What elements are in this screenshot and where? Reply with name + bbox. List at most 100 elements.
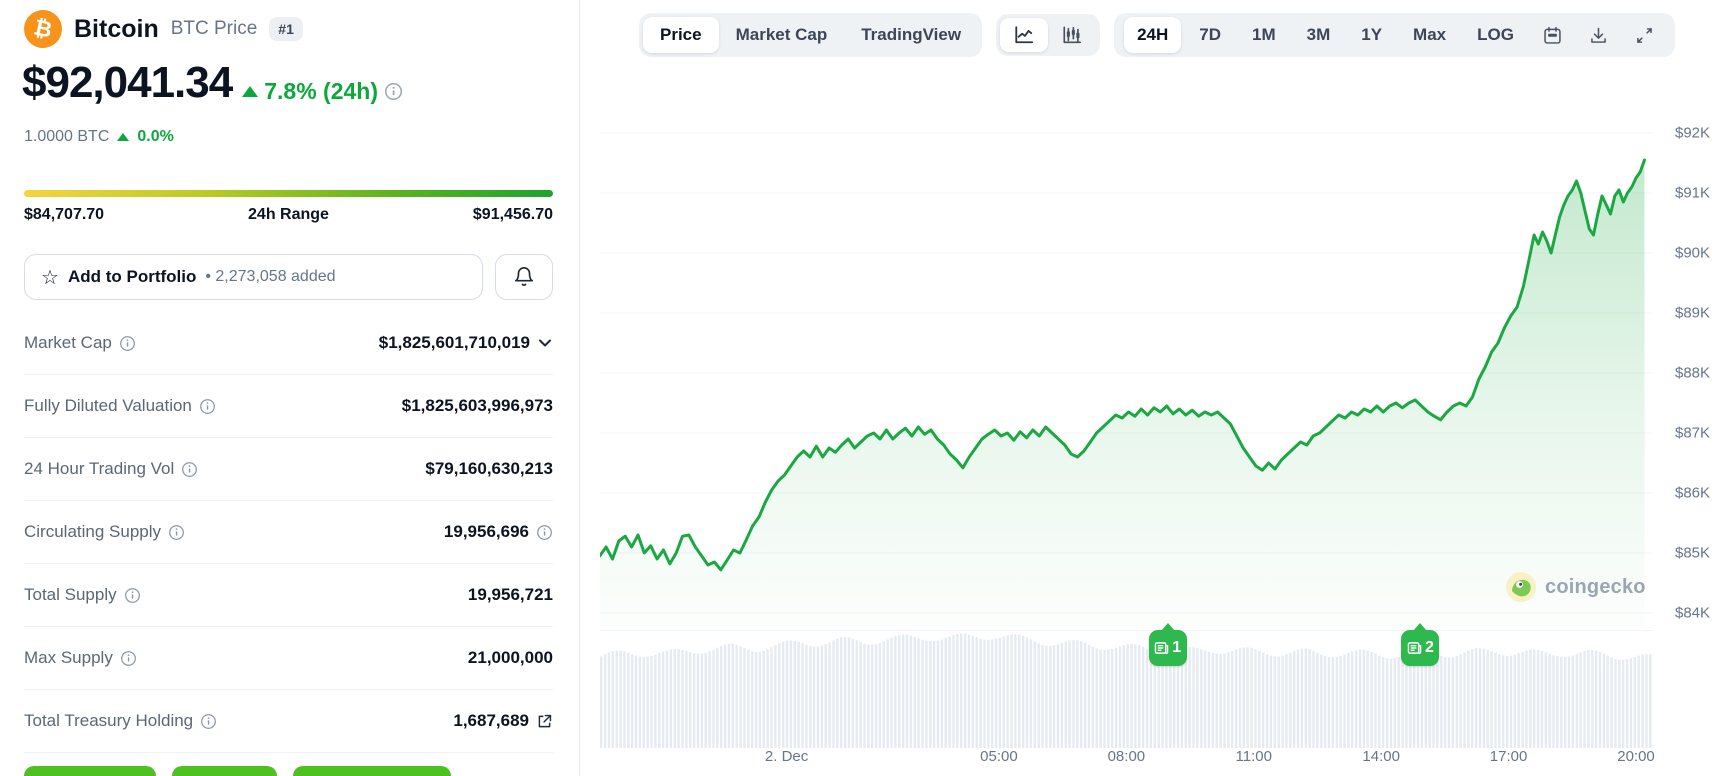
add-to-portfolio-button[interactable]: ☆ Add to Portfolio • 2,273,058 added	[24, 254, 483, 300]
price-chart[interactable]	[598, 100, 1653, 630]
coingecko-watermark: coingecko	[1506, 572, 1646, 602]
coin-summary-panel: ₿ Bitcoin BTC Price #1 $92,041.34 7.8% (…	[0, 0, 580, 776]
notification-bell-button[interactable]	[495, 254, 553, 300]
cta-button-3[interactable]	[293, 766, 451, 776]
bell-icon	[513, 266, 535, 288]
range-low: $84,707.70	[24, 206, 105, 223]
coingecko-logo-icon	[1506, 572, 1536, 602]
chart-type-group	[996, 14, 1101, 56]
download-icon	[1588, 25, 1609, 46]
watermark-text: coingecko	[1545, 575, 1646, 598]
y-axis-tick: $84K	[1675, 604, 1711, 622]
y-axis-tick: $92K	[1675, 124, 1711, 142]
stat-value: $79,160,630,213	[425, 459, 553, 478]
stat-row: Total Supply 19,956,721	[24, 564, 553, 627]
x-axis-tick: 17:00	[1489, 748, 1528, 765]
coingecko-bitcoin-page: ₿ Bitcoin BTC Price #1 $92,041.34 7.8% (…	[0, 0, 1731, 776]
volume-pane	[600, 630, 1653, 748]
bitcoin-logo-icon: ₿	[20, 6, 66, 52]
stat-value: 19,956,696	[443, 522, 529, 541]
stat-value: 19,956,721	[467, 585, 553, 604]
y-axis-tick: $90K	[1675, 244, 1711, 262]
range-high: $91,456.70	[472, 206, 553, 223]
cta-button-1[interactable]	[24, 766, 156, 776]
range-button-3m[interactable]: 3M	[1294, 17, 1344, 53]
stat-label: Circulating Supply	[24, 522, 162, 541]
expand-icon	[1634, 25, 1655, 46]
coin-name: Bitcoin	[74, 14, 159, 43]
coin-ticker-label: BTC Price	[170, 18, 258, 39]
price-row: $92,041.34 7.8% (24h)	[22, 58, 403, 108]
y-axis-tick: $91K	[1675, 184, 1711, 202]
volume-bars-svg	[600, 633, 1652, 748]
info-icon[interactable]	[536, 524, 553, 541]
stat-row: Market Cap $1,825,601,710,019	[24, 312, 553, 375]
info-icon[interactable]	[119, 335, 136, 352]
news-badge-2[interactable]: 2	[1401, 623, 1440, 666]
range-button-1y[interactable]: 1Y	[1348, 17, 1395, 53]
coin-header: ₿ Bitcoin BTC Price #1	[20, 6, 303, 52]
price-change-24h: 7.8% (24h)	[264, 78, 378, 104]
y-axis-labels: $92K $91K $90K $89K $88K $87K $86K $85K $84K	[1675, 0, 1731, 700]
info-icon[interactable]	[384, 82, 403, 101]
info-icon[interactable]	[199, 398, 216, 415]
stat-label: 24 Hour Trading Vol	[24, 459, 175, 478]
coin-stats-table: Market Cap $1,825,601,710,019 Fully Dilute…	[24, 312, 553, 753]
chart-tab-price[interactable]: Price	[643, 17, 719, 53]
y-axis-tick: $87K	[1675, 424, 1711, 442]
chart-tab-group: Price Market Cap TradingView	[639, 13, 983, 57]
price-chart-svg[interactable]	[598, 100, 1653, 630]
line-chart-toggle[interactable]	[1000, 18, 1049, 52]
btc-ratio: 1.0000 BTC	[24, 128, 110, 145]
stat-row: 24 Hour Trading Vol $79,160,630,213	[24, 438, 553, 501]
range-button-1m[interactable]: 1M	[1239, 17, 1289, 53]
portfolio-added-count: • 2,273,058 added	[205, 268, 336, 285]
news-badge-1[interactable]: 1	[1148, 623, 1187, 666]
x-axis-tick: 2. Dec	[764, 748, 809, 765]
stat-label: Fully Diluted Valuation	[24, 396, 192, 415]
info-icon[interactable]	[200, 713, 217, 730]
stat-row: Circulating Supply 19,956,696	[24, 501, 553, 564]
calendar-button[interactable]	[1532, 19, 1573, 52]
badge-pointer	[1160, 623, 1175, 631]
info-icon[interactable]	[124, 587, 141, 604]
coin-price: $92,041.34	[22, 58, 233, 107]
range-button-max[interactable]: Max	[1400, 17, 1459, 53]
range-button-24h[interactable]: 24H	[1124, 17, 1182, 53]
price-area	[599, 160, 1645, 629]
info-icon[interactable]	[168, 524, 185, 541]
chart-tab-market-cap[interactable]: Market Cap	[719, 17, 845, 53]
rank-badge: #1	[269, 17, 303, 41]
range-button-log[interactable]: LOG	[1464, 17, 1527, 53]
chevron-down-icon[interactable]	[537, 335, 553, 351]
stat-value: $1,825,601,710,019	[378, 333, 530, 352]
range-labels: $84,707.70 24h Range $91,456.70	[24, 206, 553, 224]
stat-row: Fully Diluted Valuation $1,825,603,996,97…	[24, 375, 553, 438]
info-icon[interactable]	[181, 461, 198, 478]
expand-button[interactable]	[1624, 19, 1665, 52]
y-axis-tick: $85K	[1675, 544, 1711, 562]
cta-button-2[interactable]	[172, 766, 277, 776]
calendar-icon	[1542, 25, 1563, 46]
x-axis-tick: 08:00	[1107, 748, 1146, 765]
stat-row: Max Supply 21,000,000	[24, 627, 553, 690]
chart-panel: Price Market Cap TradingView 24H 7D 1M 3M 1Y Ma…	[581, 0, 1731, 776]
btc-change: 0.0%	[137, 128, 174, 145]
news-icon	[1154, 641, 1169, 655]
stat-value: 21,000,000	[467, 648, 553, 667]
stat-value: $1,825,603,996,973	[401, 396, 553, 415]
stat-label: Total Treasury Holding	[24, 711, 194, 730]
up-arrow-icon	[242, 86, 259, 97]
external-link-icon[interactable]	[536, 713, 553, 730]
range-button-7d[interactable]: 7D	[1186, 17, 1234, 53]
chart-tab-tradingview[interactable]: TradingView	[844, 17, 978, 53]
x-axis-tick: 20:00	[1617, 748, 1655, 765]
x-axis-labels: 2. Dec 05:00 08:00 11:00 14:00 17:00 20:00	[600, 748, 1655, 770]
news-icon	[1407, 641, 1422, 655]
info-icon[interactable]	[120, 650, 137, 667]
download-button[interactable]	[1578, 19, 1619, 52]
y-axis-tick: $89K	[1675, 304, 1711, 322]
stat-row: Total Treasury Holding 1,687,689	[24, 690, 553, 753]
badge-count: 1	[1172, 639, 1182, 656]
candlestick-chart-toggle[interactable]	[1048, 18, 1096, 52]
